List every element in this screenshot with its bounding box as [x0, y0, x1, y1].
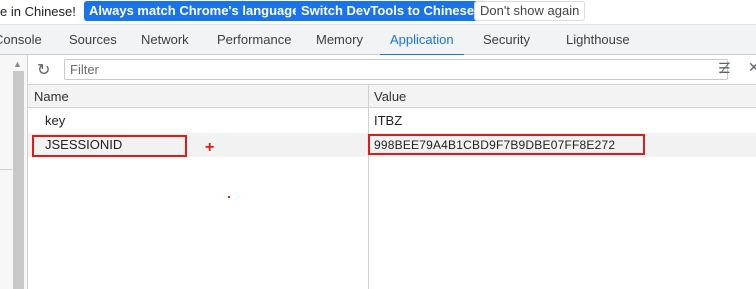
- sidebar-divider: [0, 169, 12, 170]
- table-header: Name Value: [28, 85, 756, 108]
- scroll-up-icon[interactable]: ▲: [13, 59, 22, 69]
- tab-console[interactable]: Console: [0, 25, 42, 55]
- value-highlight-box: [368, 134, 645, 155]
- close-icon[interactable]: ✕: [748, 59, 756, 76]
- refresh-icon[interactable]: ↻: [37, 60, 50, 80]
- infobar-message: e in Chinese!: [0, 4, 76, 19]
- row-name: key: [45, 113, 66, 128]
- table-row[interactable]: key ITBZ: [28, 109, 756, 133]
- tab-performance[interactable]: Performance: [217, 25, 291, 55]
- clear-filter-icon[interactable]: ☰̸: [718, 60, 731, 77]
- plus-mark: +: [205, 139, 215, 156]
- tab-memory[interactable]: Memory: [316, 25, 363, 55]
- tab-lighthouse[interactable]: Lighthouse: [566, 25, 630, 55]
- devtools-tabbar: Console Sources Network Performance Memo…: [0, 24, 756, 56]
- language-infobar: e in Chinese! Always match Chrome's lang…: [0, 0, 756, 24]
- row-value: ITBZ: [374, 113, 403, 128]
- filter-input[interactable]: [64, 59, 728, 80]
- sidebar-scrollbar[interactable]: [13, 71, 24, 289]
- tab-network[interactable]: Network: [141, 25, 189, 55]
- switch-to-chinese-button[interactable]: Switch DevTools to Chinese: [296, 1, 480, 21]
- name-column-header[interactable]: Name: [34, 89, 69, 104]
- application-sidebar: ▲: [0, 55, 28, 289]
- storage-toolbar: ↻ ☰̸ ✕: [28, 55, 756, 85]
- always-match-language-button[interactable]: Always match Chrome's language: [84, 1, 305, 21]
- dont-show-again-button[interactable]: Don't show again: [474, 1, 586, 21]
- tab-security[interactable]: Security: [483, 25, 530, 55]
- value-column-header[interactable]: Value: [374, 89, 406, 104]
- tab-sources[interactable]: Sources: [69, 25, 117, 55]
- tab-application[interactable]: Application: [380, 25, 464, 56]
- storage-table: Name Value key ITBZ JSESSIONID 998BEE79A…: [28, 85, 756, 289]
- column-divider: [368, 85, 369, 289]
- name-highlight-box: [32, 135, 187, 157]
- red-dot-mark: [228, 196, 230, 198]
